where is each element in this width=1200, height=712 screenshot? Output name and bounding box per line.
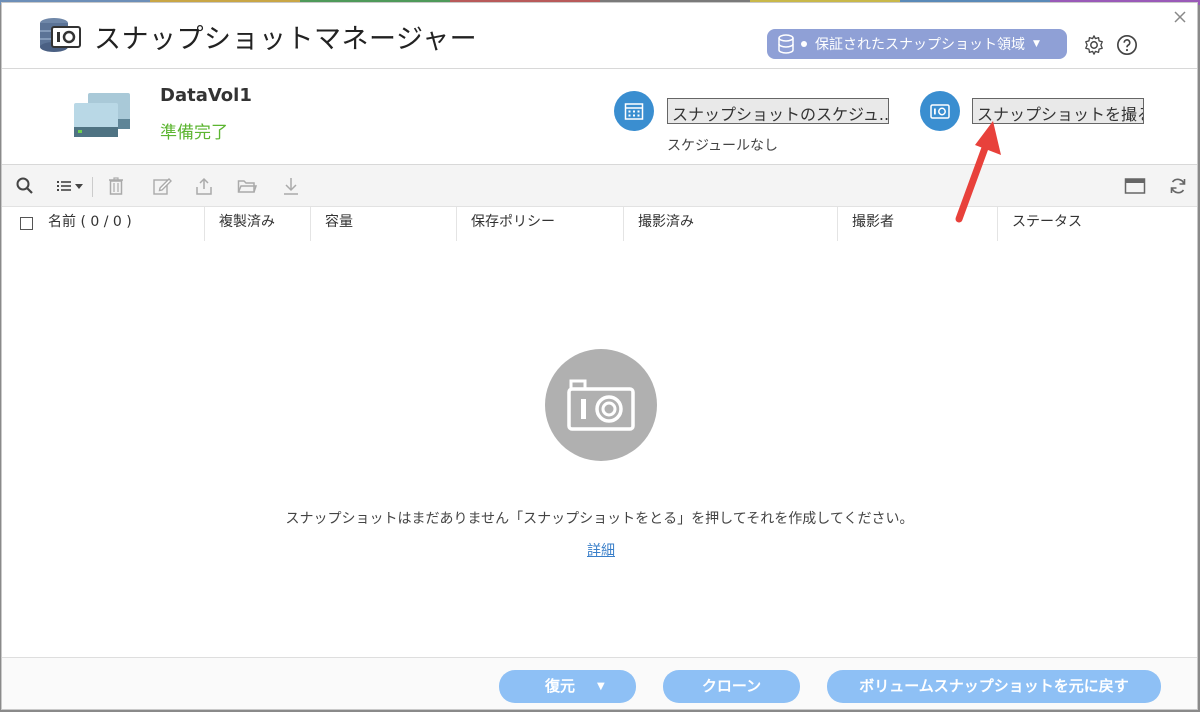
annotation-arrow-icon: [955, 121, 1001, 223]
toolbar-separator: [92, 177, 93, 197]
schedule-circle-button[interactable]: [614, 91, 654, 131]
folder-icon[interactable]: [237, 176, 257, 196]
schedule-status: スケジュールなし: [667, 138, 779, 154]
snapshot-schedule-button[interactable]: スナップショットのスケジュ...: [667, 98, 889, 124]
revert-volume-snapshot-button[interactable]: ボリュームスナップショットを元に戻す: [827, 670, 1161, 703]
volume-status: 準備完了: [160, 123, 228, 143]
snapshot-manager-window: スナップショットマネージャー 保証されたスナップショット領域 ▼ DataVol…: [1, 2, 1198, 710]
chevron-down-icon: ▼: [597, 681, 605, 692]
window-icon[interactable]: [1124, 176, 1146, 196]
chevron-down-icon: ▼: [1033, 39, 1040, 49]
gear-icon[interactable]: [1083, 34, 1105, 56]
guaranteed-snapshot-space-button[interactable]: 保証されたスナップショット領域 ▼: [767, 29, 1067, 59]
column-retention-policy[interactable]: 保存ポリシー: [456, 207, 623, 241]
database-icon: [778, 34, 794, 54]
empty-state-message: スナップショットはまだありません「スナップショットをとる」を押してそれを作成して…: [285, 511, 914, 527]
volume-name: DataVol1: [160, 85, 252, 106]
column-taken[interactable]: 撮影済み: [623, 207, 837, 241]
snapshot-manager-app-icon: [40, 18, 81, 52]
column-replicated[interactable]: 複製済み: [204, 207, 310, 241]
column-name[interactable]: 名前 ( 0 / 0 ): [2, 207, 204, 241]
toolbar: [2, 165, 1197, 207]
download-icon[interactable]: [281, 176, 301, 196]
export-icon[interactable]: [194, 176, 214, 196]
refresh-icon[interactable]: [1168, 176, 1188, 196]
footer: 復元 ▼ クローン ボリュームスナップショットを元に戻す: [2, 657, 1197, 709]
empty-state-camera: [545, 349, 657, 461]
volume-header: DataVol1 準備完了 スナップショットのスケジュ... スケジュールなし …: [2, 69, 1197, 165]
close-icon[interactable]: [1172, 9, 1188, 25]
help-icon[interactable]: [1116, 34, 1138, 56]
edit-icon[interactable]: [152, 176, 172, 196]
search-icon[interactable]: [15, 176, 35, 196]
status-dot: [801, 41, 807, 47]
clone-button[interactable]: クローン: [663, 670, 800, 703]
list-view-icon[interactable]: [55, 176, 87, 196]
details-link[interactable]: 詳細: [587, 540, 615, 560]
delete-icon[interactable]: [106, 176, 126, 196]
title-bar: スナップショットマネージャー 保証されたスナップショット領域 ▼: [2, 3, 1197, 69]
snapshot-table-header: 名前 ( 0 / 0 ) 複製済み 容量 保存ポリシー 撮影済み 撮影者 ステー…: [2, 207, 1197, 241]
guaranteed-space-label: 保証されたスナップショット領域: [815, 37, 1025, 53]
column-status[interactable]: ステータス: [997, 207, 1197, 241]
calendar-icon: [624, 103, 644, 120]
camera-icon: [567, 379, 635, 431]
window-title: スナップショットマネージャー: [94, 24, 478, 55]
restore-button[interactable]: 復元 ▼: [499, 670, 636, 703]
column-capacity[interactable]: 容量: [310, 207, 456, 241]
volume-icon: [74, 93, 130, 137]
restore-button-label: 復元: [545, 677, 576, 695]
